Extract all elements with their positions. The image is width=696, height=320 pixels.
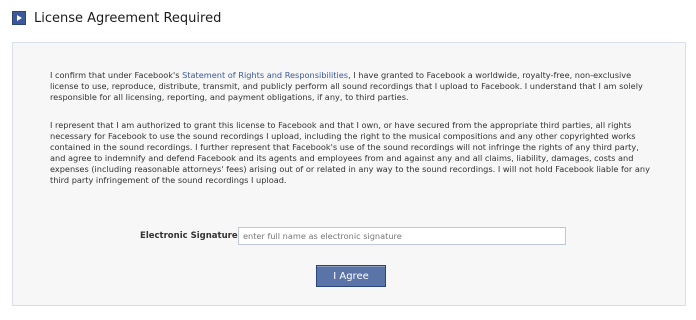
play-arrow-icon <box>12 11 26 25</box>
signature-row: Electronic Signature: <box>13 227 685 247</box>
agreement-paragraph-2: I represent that I am authorized to gran… <box>50 120 650 185</box>
license-agreement-panel: I confirm that under Facebook's Statemen… <box>12 42 686 306</box>
statement-of-rights-link[interactable]: Statement of Rights and Responsibilities <box>182 70 348 80</box>
agreement-paragraph-1-text-a: I confirm that under Facebook's <box>50 70 183 80</box>
signature-label: Electronic Signature: <box>140 231 241 241</box>
electronic-signature-input[interactable] <box>238 227 566 245</box>
page-header: License Agreement Required <box>12 8 221 28</box>
page-title: License Agreement Required <box>34 10 222 26</box>
agreement-paragraph-1: I confirm that under Facebook's Statemen… <box>50 70 652 103</box>
i-agree-button[interactable]: I Agree <box>316 265 386 287</box>
